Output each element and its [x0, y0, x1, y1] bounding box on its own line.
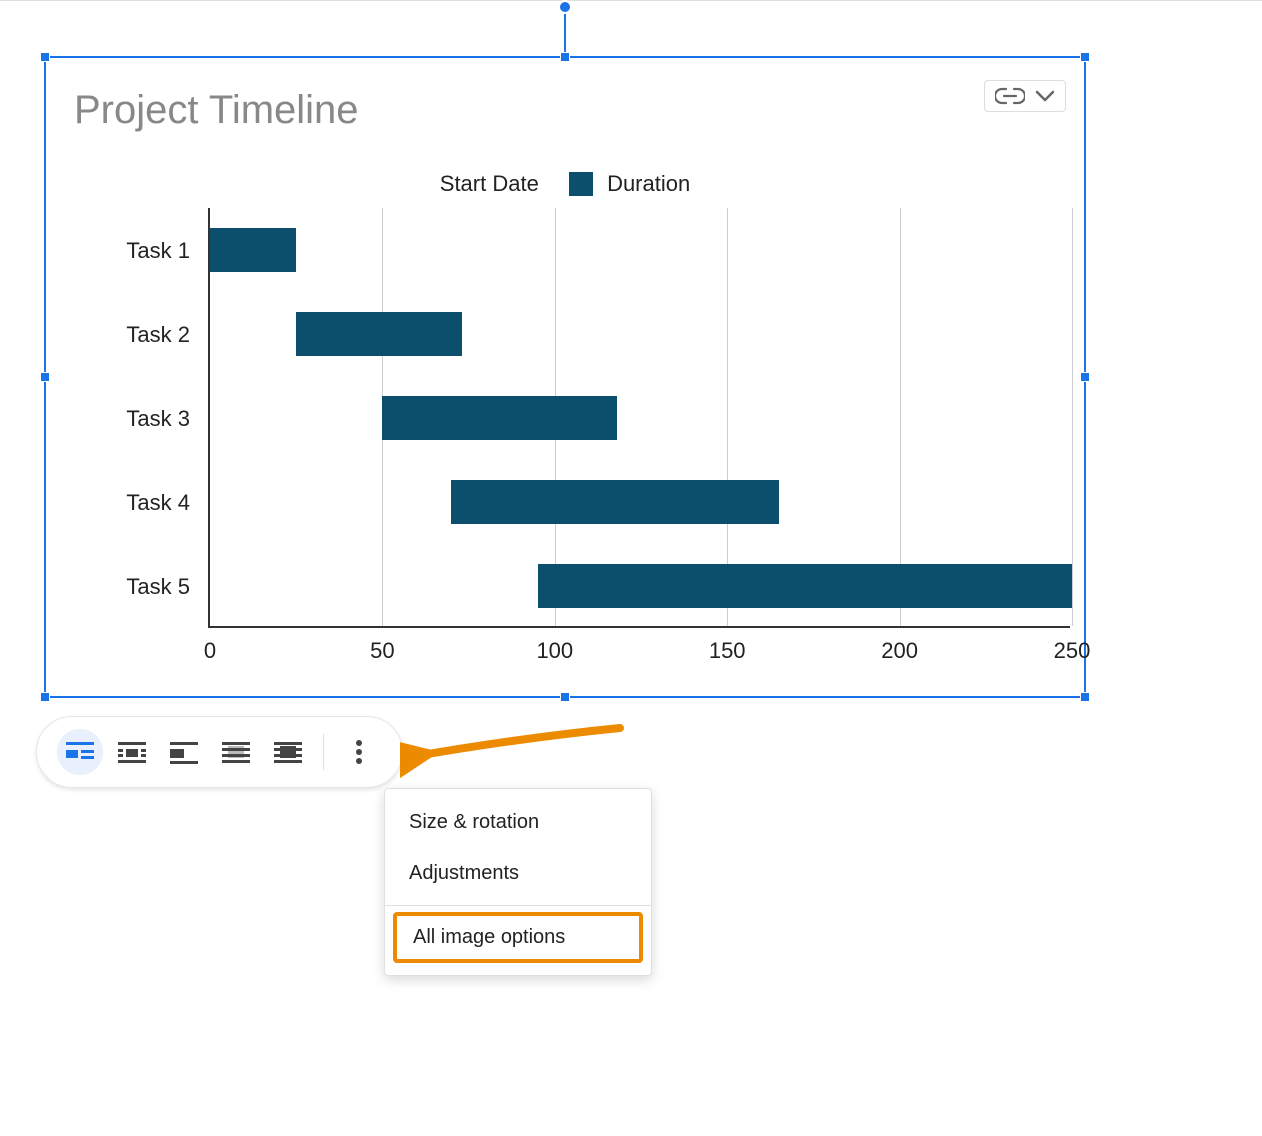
chart-x-tick: 50 [370, 638, 394, 664]
legend-label-start: Start Date [440, 171, 539, 196]
resize-handle-bottom-left[interactable] [40, 692, 50, 702]
resize-handle-mid-left[interactable] [40, 372, 50, 382]
chart-bar [538, 564, 1072, 608]
resize-handle-bottom-right[interactable] [1080, 692, 1090, 702]
chart-title: Project Timeline [74, 88, 359, 133]
chart-y-tick: Task 3 [70, 406, 190, 432]
legend-label-duration: Duration [607, 171, 690, 196]
chart-bar [210, 228, 296, 272]
chart-x-tick: 150 [709, 638, 746, 664]
resize-handle-top-right[interactable] [1080, 52, 1090, 62]
wrap-behind-icon [222, 740, 250, 764]
image-toolbar [36, 716, 403, 788]
chart-y-tick: Task 2 [70, 322, 190, 348]
resize-handle-mid-right[interactable] [1080, 372, 1090, 382]
chart-y-tick: Task 1 [70, 238, 190, 264]
rotation-handle[interactable] [558, 0, 572, 14]
annotation-arrow [400, 720, 640, 780]
chart-bar [382, 396, 616, 440]
top-divider [0, 0, 1262, 1]
wrap-behind-button[interactable] [213, 729, 259, 775]
chart-x-tick: 0 [204, 638, 216, 664]
more-options-menu: Size & rotation Adjustments All image op… [384, 788, 652, 976]
wrap-square-icon [118, 740, 146, 764]
menu-item-size-rotation[interactable]: Size & rotation [385, 797, 651, 848]
more-vertical-icon [355, 739, 363, 765]
chart-object[interactable]: Project Timeline Start Date Duration 050… [44, 56, 1086, 698]
rotation-stem [564, 10, 566, 52]
link-icon [995, 87, 1025, 105]
chart-y-tick: Task 4 [70, 490, 190, 516]
wrap-break-icon [170, 740, 198, 764]
more-options-button[interactable] [336, 729, 382, 775]
legend-swatch-duration [569, 172, 593, 196]
wrap-front-button[interactable] [265, 729, 311, 775]
wrap-break-button[interactable] [161, 729, 207, 775]
menu-item-adjustments[interactable]: Adjustments [385, 848, 651, 899]
resize-handle-top-left[interactable] [40, 52, 50, 62]
chart-link-dropdown[interactable] [984, 80, 1066, 112]
chart-x-tick: 250 [1054, 638, 1091, 664]
chart-bar [451, 480, 779, 524]
chart-x-tick: 100 [536, 638, 573, 664]
chart-bar [296, 312, 462, 356]
menu-separator [385, 905, 651, 906]
menu-item-all-image-options[interactable]: All image options [393, 912, 643, 963]
wrap-square-button[interactable] [109, 729, 155, 775]
wrap-inline-button[interactable] [57, 729, 103, 775]
resize-handle-bottom-mid[interactable] [560, 692, 570, 702]
chart-y-tick: Task 5 [70, 574, 190, 600]
chevron-down-icon [1035, 89, 1055, 103]
wrap-inline-icon [66, 740, 94, 764]
toolbar-separator [323, 734, 324, 770]
chart-legend: Start Date Duration [46, 170, 1084, 197]
chart-plot-area: 050100150200250Task 1Task 2Task 3Task 4T… [208, 208, 1070, 628]
resize-handle-top-mid[interactable] [560, 52, 570, 62]
chart-gridline [1072, 208, 1073, 626]
wrap-front-icon [274, 740, 302, 764]
chart-x-tick: 200 [881, 638, 918, 664]
